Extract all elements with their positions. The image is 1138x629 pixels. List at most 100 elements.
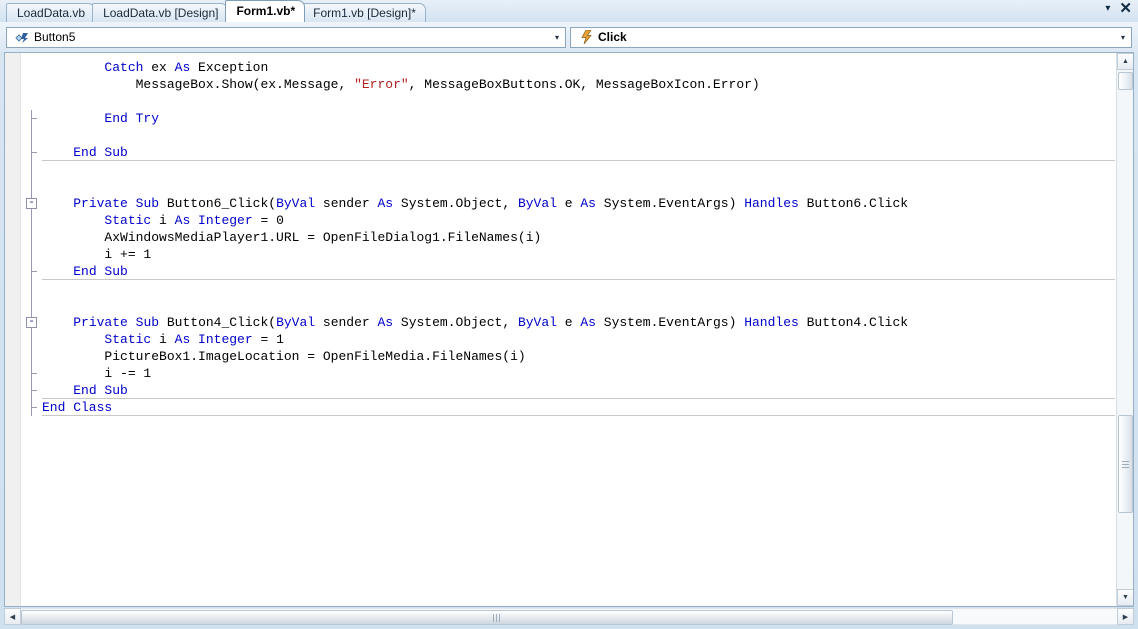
code-token: Sub (135, 196, 167, 211)
outlining-collapse-button[interactable]: - (26, 317, 37, 328)
code-line: Catch ex As Exception (42, 59, 908, 76)
scroll-left-button[interactable]: ◀ (4, 608, 21, 625)
code-token: , MessageBoxButtons.OK, MessageBoxIcon.E… (408, 77, 760, 92)
tab-label: LoadData.vb [Design] (103, 6, 219, 20)
code-line: End Sub (42, 382, 908, 399)
visual-studio-editor-window: LoadData.vb LoadData.vb [Design] Form1.v… (0, 0, 1138, 629)
code-line: End Class (42, 399, 908, 416)
vertical-scrollbar-thumb-top[interactable] (1118, 72, 1133, 90)
code-token: As (580, 196, 604, 211)
triangle-right-icon: ▶ (1122, 613, 1129, 621)
code-token: Button4.Click (806, 315, 909, 330)
code-token: System.EventArgs) (603, 315, 745, 330)
code-line: End Sub (42, 263, 908, 280)
tab-loaddata-vb[interactable]: LoadData.vb (6, 3, 96, 22)
code-line: Private Sub Button6_Click(ByVal sender A… (42, 195, 908, 212)
code-token: "Error" (354, 77, 409, 92)
code-token: System.Object, (400, 315, 518, 330)
scroll-up-button[interactable]: ▲ (1117, 53, 1133, 70)
code-token: e (564, 196, 581, 211)
document-tab-strip: LoadData.vb LoadData.vb [Design] Form1.v… (0, 0, 1138, 22)
code-token: As (580, 315, 604, 330)
code-token: Button6.Click (806, 196, 909, 211)
object-dropdown[interactable]: Button5 ▾ (6, 26, 566, 48)
code-token: End Sub (73, 264, 128, 279)
code-token: MessageBox.Show(ex.Message, (135, 77, 355, 92)
close-icon[interactable]: ✕ (1119, 1, 1132, 16)
code-token: As (377, 196, 401, 211)
code-line: PictureBox1.ImageLocation = OpenFileMedi… (42, 348, 908, 365)
code-token: End Sub (73, 145, 128, 160)
code-line: Static i As Integer = 1 (42, 331, 908, 348)
code-token: i (159, 332, 175, 347)
scroll-down-button[interactable]: ▼ (1117, 589, 1133, 606)
code-token: e (564, 315, 581, 330)
code-token: Handles (744, 196, 807, 211)
code-token: Handles (744, 315, 807, 330)
navigation-bar: Button5 ▾ Click ▾ (0, 22, 1138, 52)
code-token: i += 1 (104, 247, 152, 262)
code-token: Private (73, 196, 136, 211)
member-separator-line (42, 398, 1115, 399)
triangle-down-icon: ▼ (1122, 594, 1129, 601)
vertical-scrollbar-thumb[interactable] (1118, 415, 1133, 513)
code-token: Button6_Click( (166, 196, 277, 211)
vertical-scrollbar[interactable]: ▲ ▼ (1116, 53, 1133, 606)
outlining-tick (31, 271, 37, 272)
code-text-area[interactable]: Catch ex As Exception MessageBox.Show(ex… (42, 53, 1115, 606)
code-token: Static (104, 213, 160, 228)
member-separator-line (42, 415, 1115, 416)
chevron-down-icon[interactable]: ▾ (549, 28, 565, 47)
code-token: = 1 (260, 332, 284, 347)
tab-loaddata-vb-design[interactable]: LoadData.vb [Design] (92, 3, 229, 22)
code-token: Catch (104, 60, 152, 75)
code-token: i (159, 213, 175, 228)
selection-margin[interactable] (5, 53, 21, 606)
horizontal-scrollbar-track[interactable] (21, 608, 1117, 625)
code-editor[interactable]: -- Catch ex As Exception MessageBox.Show… (4, 52, 1134, 607)
code-token: = 0 (260, 213, 284, 228)
code-token: End Try (104, 111, 160, 126)
code-token: System.EventArgs) (603, 196, 745, 211)
code-line: Private Sub Button4_Click(ByVal sender A… (42, 314, 908, 331)
tab-label: Form1.vb [Design]* (313, 6, 416, 20)
outlining-collapse-button[interactable]: - (26, 198, 37, 209)
code-lines: Catch ex As Exception MessageBox.Show(ex… (42, 59, 908, 416)
chevron-down-icon[interactable]: ▾ (1105, 2, 1110, 15)
window-controls: ▾ ✕ (1105, 1, 1132, 16)
code-token: ByVal (517, 315, 565, 330)
outlining-tree-line (31, 110, 32, 416)
code-token: Integer (198, 332, 261, 347)
code-token: Private (73, 315, 136, 330)
code-token: sender (322, 196, 378, 211)
scrollbar-grip (1122, 459, 1129, 470)
code-line: i += 1 (42, 246, 908, 263)
tab-label: Form1.vb* (236, 4, 296, 18)
code-line: i -= 1 (42, 365, 908, 382)
chevron-down-icon[interactable]: ▾ (1115, 28, 1131, 47)
code-token: End Sub (73, 383, 128, 398)
code-line: End Sub (42, 144, 908, 161)
code-token: Static (104, 332, 160, 347)
code-token: Sub (135, 315, 167, 330)
tab-label: LoadData.vb (17, 6, 86, 20)
tab-form1-vb-design[interactable]: Form1.vb [Design]* (302, 3, 426, 22)
object-dropdown-value: Button5 (34, 30, 76, 44)
member-separator-line (42, 279, 1115, 280)
code-token: As (174, 60, 199, 75)
tab-form1-vb[interactable]: Form1.vb* (225, 0, 306, 22)
horizontal-scrollbar-thumb[interactable] (21, 610, 953, 625)
scroll-right-button[interactable]: ▶ (1117, 608, 1134, 625)
event-dropdown[interactable]: Click ▾ (570, 26, 1132, 48)
code-token: As (174, 213, 199, 228)
horizontal-scrollbar[interactable]: ◀ ▶ (4, 608, 1134, 625)
outlining-margin[interactable]: -- (22, 53, 42, 606)
outlining-tick (31, 390, 37, 391)
code-token: As (174, 332, 199, 347)
code-token: AxWindowsMediaPlayer1.URL = OpenFileDial… (104, 230, 542, 245)
code-line: AxWindowsMediaPlayer1.URL = OpenFileDial… (42, 229, 908, 246)
